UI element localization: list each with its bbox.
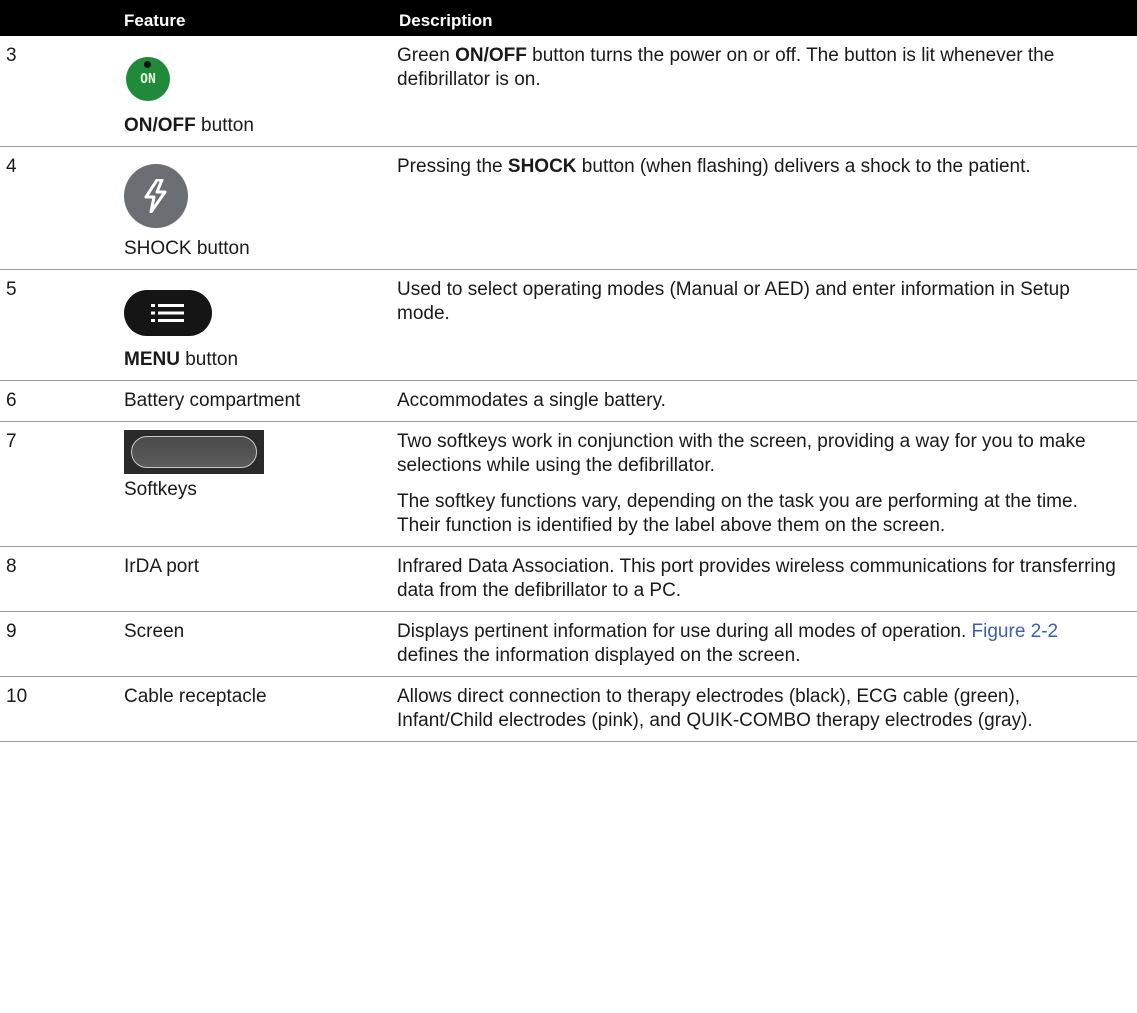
row-number: 5 (6, 279, 17, 300)
menu-button-icon (124, 290, 212, 336)
table-row: 10 Cable receptacle Allows direct connec… (0, 677, 1137, 742)
description-cell: Green ON/OFF button turns the power on o… (397, 45, 1055, 90)
feature-table: Feature Description 3 ON ON/OFF button G… (0, 0, 1137, 742)
row-number: 7 (6, 431, 17, 452)
table-row: 4 SHOCK button Pressing the SHOCK button… (0, 147, 1137, 270)
on-label: ON (140, 72, 156, 87)
table-row: 7 Softkeys Two softkeys work in conjunct… (0, 422, 1137, 547)
feature-cell: MENU button (116, 270, 391, 381)
feature-cell: Softkeys (116, 422, 391, 547)
feature-label: IrDA port (124, 556, 199, 577)
header-number (0, 0, 116, 36)
table-row: 5 MENU button Used to select operating m… (0, 270, 1137, 381)
description-cell: Infrared Data Association. This port pro… (397, 556, 1116, 601)
description-paragraph: The softkey functions vary, depending on… (397, 491, 1078, 536)
description-cell: Accommodates a single battery. (397, 390, 666, 411)
table-header: Feature Description (0, 0, 1137, 36)
row-number: 8 (6, 556, 17, 577)
feature-label: Softkeys (124, 479, 197, 500)
header-feature: Feature (124, 10, 186, 30)
feature-label: MENU button (124, 349, 239, 370)
row-number: 6 (6, 390, 17, 411)
description-cell: Two softkeys work in conjunction with th… (391, 422, 1137, 547)
feature-label: Cable receptacle (124, 686, 267, 707)
row-number: 10 (6, 686, 28, 707)
feature-label: SHOCK button (124, 238, 250, 259)
table-row: 6 Battery compartment Accommodates a sin… (0, 381, 1137, 422)
feature-label: ON/OFF button (124, 115, 254, 136)
description-cell: Displays pertinent information for use d… (397, 621, 1059, 666)
table-row: 9 Screen Displays pertinent information … (0, 612, 1137, 677)
feature-label: Screen (124, 621, 185, 642)
figure-link[interactable]: Figure 2-2 (972, 621, 1059, 642)
row-number: 3 (6, 45, 17, 66)
header-description: Description (399, 10, 493, 30)
shock-button-icon (124, 164, 188, 228)
description-cell: Pressing the SHOCK button (when flashing… (397, 156, 1031, 177)
feature-cell: SHOCK button (116, 147, 391, 270)
feature-cell: ON ON/OFF button (116, 36, 391, 147)
description-paragraph: Two softkeys work in conjunction with th… (397, 431, 1086, 476)
feature-label: Battery compartment (124, 390, 301, 411)
table-row: 8 IrDA port Infrared Data Association. T… (0, 547, 1137, 612)
table-row: 3 ON ON/OFF button Green ON/OFF button t… (0, 36, 1137, 147)
on-off-button-icon: ON (126, 57, 170, 101)
description-cell: Used to select operating modes (Manual o… (397, 279, 1070, 324)
description-cell: Allows direct connection to therapy elec… (397, 686, 1033, 731)
row-number: 9 (6, 621, 17, 642)
softkey-icon (124, 430, 264, 474)
row-number: 4 (6, 156, 17, 177)
